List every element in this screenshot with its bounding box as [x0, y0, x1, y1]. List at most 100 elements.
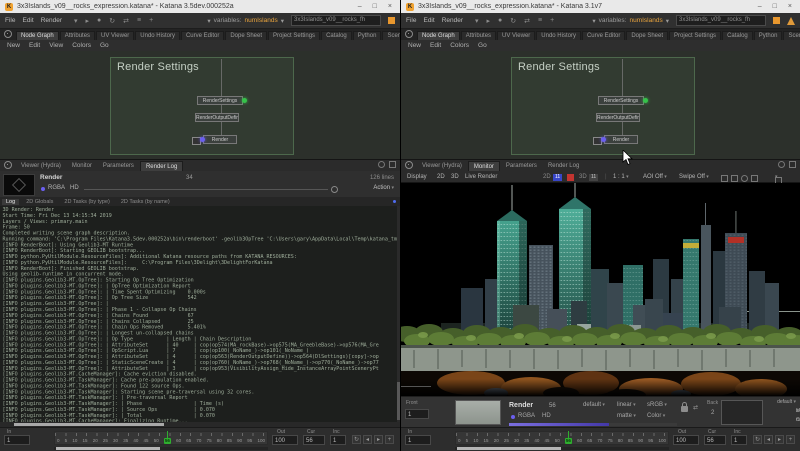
- record-icon[interactable]: ●: [498, 17, 502, 25]
- title-bar[interactable]: K 3x3Islands_v09__rocks_expression.katan…: [0, 0, 400, 13]
- chevron-down-icon[interactable]: ▾: [666, 17, 669, 25]
- main-tab[interactable]: Curve Editor: [181, 31, 224, 40]
- timeline-tick[interactable]: 65: [587, 438, 592, 444]
- timeline-tick[interactable]: 5: [466, 438, 469, 444]
- timeline-tick[interactable]: 15: [83, 438, 88, 444]
- scrollbar-thumb[interactable]: [56, 447, 160, 450]
- monitor-tool-icon[interactable]: [731, 175, 738, 182]
- timeline-tick[interactable]: 15: [484, 438, 489, 444]
- timeline-tick[interactable]: 60: [176, 438, 181, 444]
- run-icon[interactable]: ▸: [487, 17, 491, 25]
- front-field[interactable]: 1: [405, 409, 429, 419]
- pin-icon[interactable]: [389, 161, 396, 168]
- menu-item[interactable]: File: [5, 17, 15, 24]
- maximize-button[interactable]: □: [373, 3, 377, 10]
- node-blue-flag[interactable]: [601, 137, 606, 142]
- timeline-tick[interactable]: 95: [648, 438, 653, 444]
- dropdown-icon[interactable]: ▾: [475, 17, 479, 25]
- step-back-button[interactable]: ◂: [363, 435, 372, 444]
- gear-icon[interactable]: [4, 161, 12, 169]
- srgb-dropdown[interactable]: sRGB: [647, 402, 667, 408]
- add-icon[interactable]: +: [149, 17, 153, 25]
- close-button[interactable]: ×: [388, 3, 392, 10]
- nodegraph-menu-item[interactable]: Edit: [430, 42, 441, 49]
- log-subtab[interactable]: Log: [2, 199, 19, 205]
- step-back-button[interactable]: ◂: [764, 435, 773, 444]
- stop-render-button[interactable]: [567, 174, 574, 181]
- warning-icon[interactable]: [787, 17, 795, 25]
- loop-button[interactable]: ↻: [753, 435, 762, 444]
- main-tab[interactable]: Scene Gr: [382, 31, 400, 40]
- buffer-3d-badge[interactable]: 11: [589, 174, 598, 181]
- timeline-tick[interactable]: 20: [494, 438, 499, 444]
- variables-value[interactable]: numIslands: [629, 17, 662, 24]
- minimize-button[interactable]: –: [758, 3, 762, 10]
- add-icon[interactable]: +: [550, 17, 554, 25]
- dropdown-icon[interactable]: ▾: [74, 17, 78, 25]
- loop-button[interactable]: ↻: [352, 435, 361, 444]
- menu-item[interactable]: File: [406, 17, 416, 24]
- timeline-tick[interactable]: 0: [57, 438, 60, 444]
- timeline-tick[interactable]: 85: [628, 438, 633, 444]
- timeline-tick[interactable]: 10: [72, 438, 77, 444]
- main-tab[interactable]: Python: [353, 31, 382, 40]
- timeline-tick[interactable]: 35: [123, 438, 128, 444]
- main-tab[interactable]: UV Viewer: [497, 31, 535, 40]
- log-subtab[interactable]: 2D Globals: [22, 199, 57, 205]
- live-render-button[interactable]: Live Render: [465, 174, 497, 180]
- timeline-tick[interactable]: 70: [597, 438, 602, 444]
- timeline-tick[interactable]: 100: [658, 438, 666, 444]
- node-renderoutputdefine[interactable]: RenderOutputDefine: [195, 113, 239, 122]
- nodegraph-menu-item[interactable]: Colors: [72, 42, 91, 49]
- swap-icon[interactable]: ⇄: [524, 17, 530, 25]
- run-icon[interactable]: ▸: [86, 17, 90, 25]
- gear-icon[interactable]: [405, 30, 413, 38]
- inc-field[interactable]: 1: [731, 435, 747, 445]
- menu-item[interactable]: Render: [41, 17, 62, 24]
- variables-group[interactable]: ▾ variables: numIslands ▾: [207, 17, 284, 25]
- node-green-port[interactable]: [643, 98, 648, 103]
- zoom-add-button[interactable]: +: [786, 435, 795, 444]
- main-tab[interactable]: Undo History: [135, 31, 180, 40]
- monitor-tool-icon[interactable]: [721, 175, 728, 182]
- in-field[interactable]: 1: [4, 435, 30, 445]
- timeline-tick[interactable]: 56: [164, 438, 171, 444]
- timeline-tick[interactable]: 90: [638, 438, 643, 444]
- node-rendersettings[interactable]: RenderSettings: [598, 96, 644, 105]
- pane-tab[interactable]: Viewer (Hydra): [417, 161, 467, 171]
- default-dropdown[interactable]: default: [583, 402, 605, 408]
- main-tab[interactable]: Curve Editor: [582, 31, 625, 40]
- main-tab[interactable]: Dope Sheet: [626, 31, 668, 40]
- menu-item[interactable]: Edit: [22, 17, 33, 24]
- settings-icon[interactable]: [378, 161, 385, 168]
- render-log-output[interactable]: 3D Render: RenderStart Time: Fri Dec 13 …: [0, 206, 397, 422]
- timeline-tick[interactable]: 100: [257, 438, 265, 444]
- node-render[interactable]: Render: [604, 135, 638, 144]
- node-graph-canvas[interactable]: Render Settings RenderSettings RenderOut…: [401, 51, 800, 159]
- menu-icon[interactable]: ≡: [137, 17, 141, 25]
- zoom-ratio-dropdown[interactable]: 1 : 1: [613, 174, 629, 180]
- nodegraph-menu-item[interactable]: New: [7, 42, 20, 49]
- menu-item[interactable]: Render: [442, 17, 463, 24]
- pane-tab[interactable]: Parameters: [98, 161, 139, 171]
- swap-buffers-icon[interactable]: ⇄: [693, 404, 698, 411]
- main-tab[interactable]: UV Viewer: [96, 31, 134, 40]
- buffer-menu-icon[interactable]: [775, 174, 778, 180]
- variables-group[interactable]: ▾ variables: numIslands ▾: [592, 17, 669, 25]
- timeline-ruler[interactable]: 0510152025303540455056606570758085909510…: [455, 431, 669, 445]
- matte-dropdown[interactable]: matte: [617, 413, 636, 419]
- timeline-tick[interactable]: 25: [504, 438, 509, 444]
- cur-field[interactable]: 56: [303, 435, 325, 445]
- pane-tab[interactable]: Render Log: [543, 161, 584, 171]
- pane-tab[interactable]: Render Log: [140, 161, 183, 171]
- main-tab[interactable]: Project Settings: [669, 31, 721, 40]
- back-thumbnail[interactable]: [721, 400, 763, 425]
- main-tab[interactable]: Catalog: [722, 31, 753, 40]
- default-dropdown[interactable]: default: [777, 399, 796, 405]
- timeline-tick[interactable]: 0: [458, 438, 461, 444]
- zoom-add-button[interactable]: +: [385, 435, 394, 444]
- step-forward-button[interactable]: ▸: [775, 435, 784, 444]
- monitor-viewport[interactable]: [401, 183, 800, 396]
- timeline-scrollbar[interactable]: [455, 447, 669, 450]
- log-subtab[interactable]: 2D Tasks (by type): [60, 199, 113, 205]
